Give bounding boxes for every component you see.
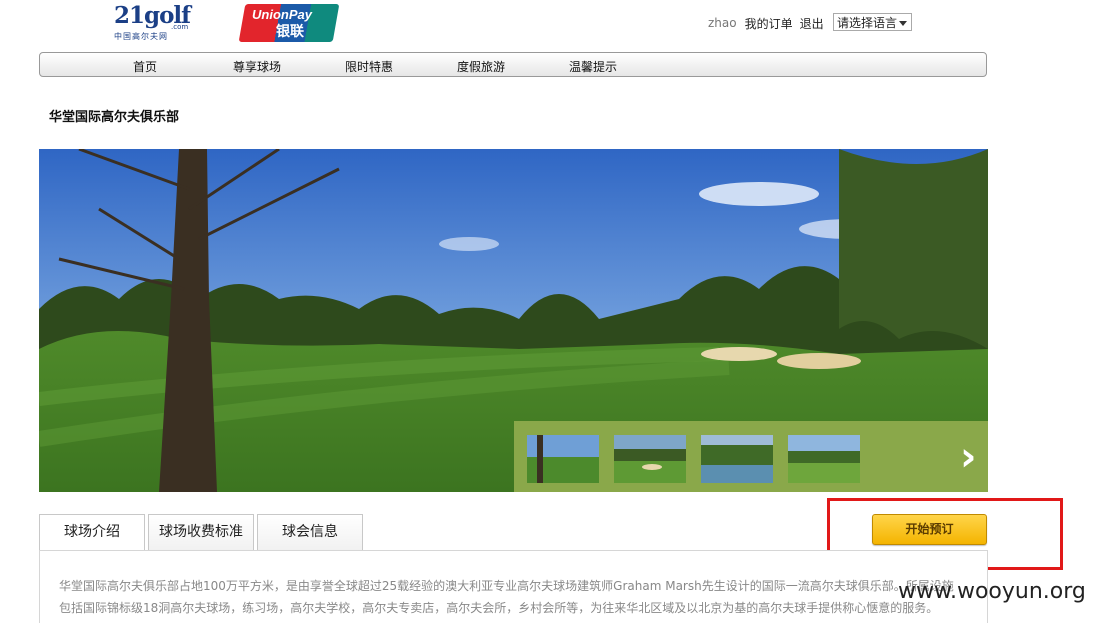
nav-item-home[interactable]: 首页 [133,58,157,75]
main-nav: 首页 尊享球场 限时特惠 度假旅游 温馨提示 [39,52,987,77]
gallery-thumbnail[interactable] [701,435,773,483]
unionpay-en: UnionPay [252,7,312,22]
gallery-thumbnail[interactable] [527,435,599,483]
username: zhao [708,16,737,30]
nav-item-limited-deals[interactable]: 限时特惠 [345,58,393,75]
tab-course-intro[interactable]: 球场介绍 [39,514,145,550]
language-select[interactable]: 请选择语言 [833,13,912,31]
page-title: 华堂国际高尔夫俱乐部 [49,110,180,125]
nav-item-premium-courses[interactable]: 尊享球场 [233,58,281,75]
unionpay-cn: 银联 [276,24,304,40]
logo-domain: .com [171,23,189,31]
gallery-thumbnail[interactable] [788,435,860,483]
tab-course-fees[interactable]: 球场收费标准 [148,514,254,550]
chevron-down-icon [899,21,907,26]
user-bar: zhao 我的订单 退出 [708,14,831,32]
nav-item-vacation-travel[interactable]: 度假旅游 [457,58,505,75]
unionpay-logo: UnionPay 银联 [238,4,340,42]
course-description: 华堂国际高尔夫俱乐部占地100万平方米，是由享誉全球超过25载经验的澳大利亚专业… [59,579,954,615]
chevron-right-icon[interactable]: › [960,437,976,477]
gallery-thumbnail[interactable] [614,435,686,483]
thumbnail-strip [514,421,988,492]
watermark: www.wooyun.org [898,579,1086,604]
language-select-value: 请选择语言 [837,16,898,30]
21golf-logo[interactable]: 21golf .com 中国高尔夫网 [114,4,194,44]
nav-item-tips[interactable]: 温馨提示 [569,58,617,75]
logo-subtitle: 中国高尔夫网 [114,32,168,41]
tab-club-info[interactable]: 球会信息 [257,514,363,550]
logout-link[interactable]: 退出 [800,15,824,32]
my-orders-link[interactable]: 我的订单 [745,15,793,32]
